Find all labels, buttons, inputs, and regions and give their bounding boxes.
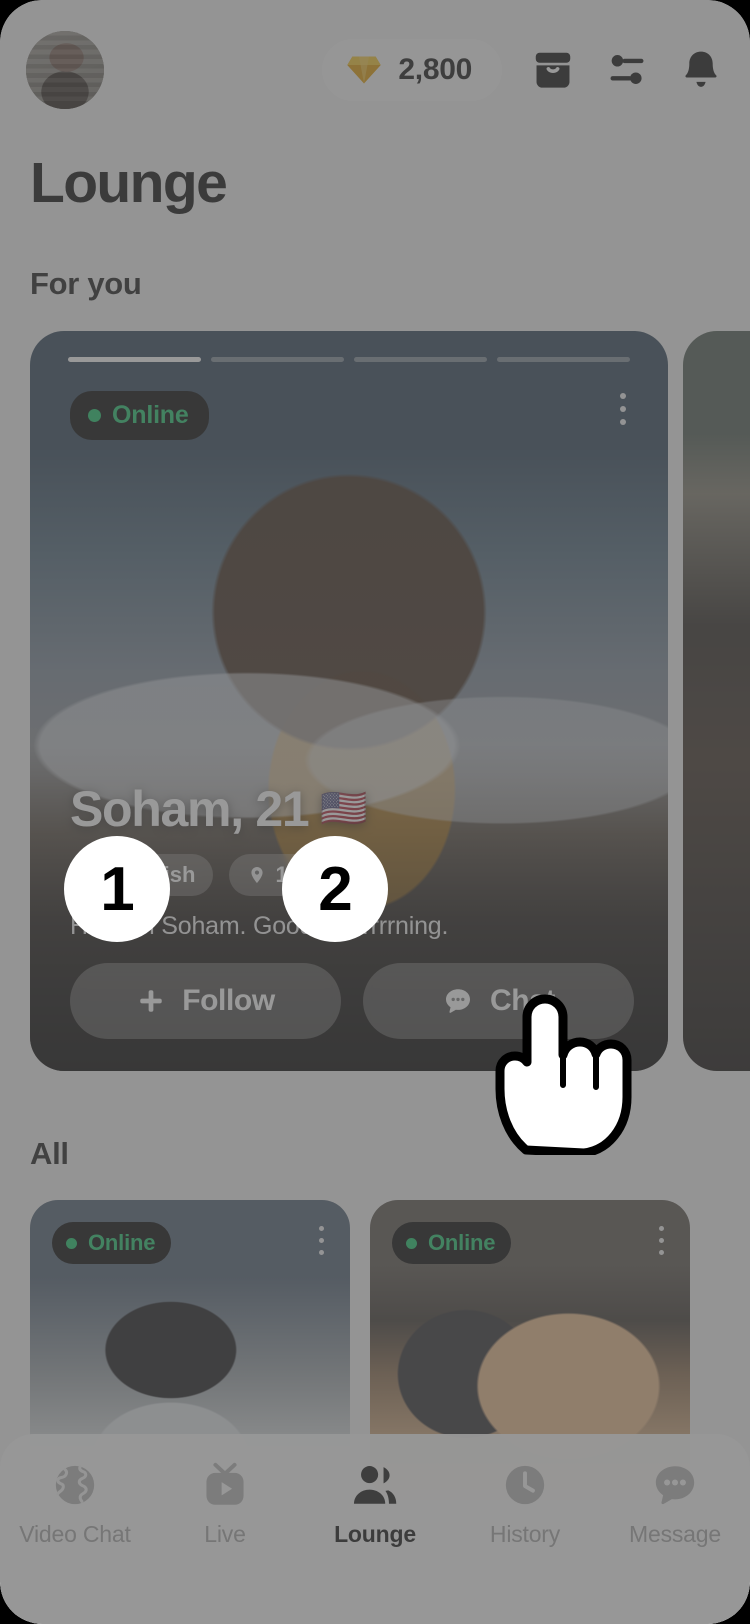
profile-name: Soham, 21 bbox=[70, 780, 308, 838]
nav-item-message[interactable]: Message bbox=[600, 1460, 750, 1548]
status-badge-label: Online bbox=[428, 1230, 495, 1256]
gem-balance-pill[interactable]: 2,800 bbox=[322, 39, 502, 101]
online-dot-icon bbox=[406, 1238, 417, 1249]
progress-segment[interactable] bbox=[354, 357, 487, 362]
profile-name-row: Soham, 21 🇺🇸 bbox=[70, 780, 634, 838]
chat-bubble-icon bbox=[442, 985, 474, 1017]
location-pin-icon bbox=[247, 863, 267, 887]
tv-icon bbox=[200, 1460, 250, 1510]
follow-button-label: Follow bbox=[182, 984, 275, 1018]
status-badge-label: Online bbox=[112, 401, 189, 430]
photo-progress-bar bbox=[68, 357, 630, 362]
status-badge: Online bbox=[52, 1222, 171, 1264]
bell-icon[interactable] bbox=[678, 47, 724, 93]
nav-label: History bbox=[490, 1521, 560, 1548]
globe-icon bbox=[50, 1460, 100, 1510]
more-options-icon[interactable] bbox=[620, 393, 626, 425]
online-dot-icon bbox=[88, 409, 101, 422]
nav-label: Video Chat bbox=[19, 1521, 130, 1548]
avatar[interactable] bbox=[26, 31, 104, 109]
progress-segment[interactable] bbox=[68, 357, 201, 362]
plus-icon bbox=[136, 986, 166, 1016]
step-marker-1: 1 bbox=[64, 836, 170, 942]
clock-icon bbox=[500, 1460, 550, 1510]
nav-label: Live bbox=[204, 1521, 245, 1548]
page-title: Lounge bbox=[30, 150, 226, 216]
next-profile-card-peek[interactable] bbox=[683, 331, 750, 1071]
nav-item-live[interactable]: Live bbox=[150, 1460, 300, 1548]
progress-segment[interactable] bbox=[211, 357, 344, 362]
nav-label: Lounge bbox=[334, 1521, 416, 1548]
section-title-all: All bbox=[30, 1136, 69, 1172]
phone-frame: 2,800 Lounge For you All bbox=[0, 0, 750, 1624]
app-screen: 2,800 Lounge For you All bbox=[0, 0, 750, 1624]
step-marker-2: 2 bbox=[282, 836, 388, 942]
avatar-image bbox=[26, 31, 104, 109]
app-header: 2,800 bbox=[0, 0, 750, 140]
header-actions: 2,800 bbox=[322, 39, 724, 101]
online-dot-icon bbox=[66, 1238, 77, 1249]
progress-segment[interactable] bbox=[497, 357, 630, 362]
featured-profile-card[interactable]: Online Soham, 21 🇺🇸 English bbox=[30, 331, 668, 1071]
follow-button[interactable]: Follow bbox=[70, 963, 341, 1039]
status-badge: Online bbox=[70, 391, 209, 440]
message-bubble-icon bbox=[650, 1460, 700, 1510]
gem-icon bbox=[344, 50, 384, 90]
bottom-navigation: Video Chat Live Lounge History bbox=[0, 1434, 750, 1624]
section-title-for-you: For you bbox=[30, 266, 142, 302]
pointing-hand-cursor bbox=[480, 985, 640, 1155]
filter-icon[interactable] bbox=[604, 47, 650, 93]
nav-item-video-chat[interactable]: Video Chat bbox=[0, 1460, 150, 1548]
nav-label: Message bbox=[629, 1521, 721, 1548]
gem-balance-value: 2,800 bbox=[398, 53, 472, 87]
more-options-icon[interactable] bbox=[319, 1226, 324, 1255]
status-badge: Online bbox=[392, 1222, 511, 1264]
more-options-icon[interactable] bbox=[659, 1226, 664, 1255]
people-icon bbox=[350, 1460, 400, 1510]
nav-item-lounge[interactable]: Lounge bbox=[300, 1460, 450, 1548]
nav-item-history[interactable]: History bbox=[450, 1460, 600, 1548]
country-flag-icon: 🇺🇸 bbox=[320, 790, 366, 828]
inbox-icon[interactable] bbox=[530, 47, 576, 93]
status-badge-label: Online bbox=[88, 1230, 155, 1256]
